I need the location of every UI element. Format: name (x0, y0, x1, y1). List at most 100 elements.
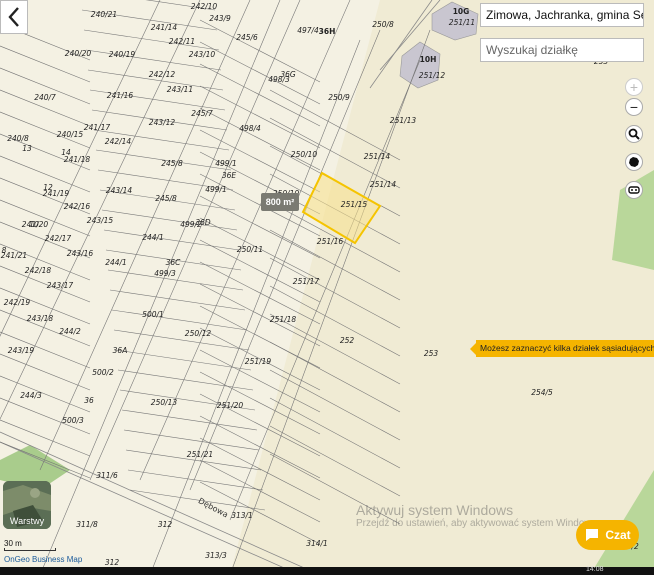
parcel-number-label: 312 (105, 558, 120, 567)
parcel-number-label: 251/12 (419, 71, 446, 80)
parcel-number-label: 313/1 (231, 511, 253, 520)
parcel-number-label: 242/16 (64, 202, 91, 211)
parcel-number-label: 251/20 (217, 401, 244, 410)
parcel-number-label: 245/8 (161, 159, 183, 168)
scale-bar (4, 548, 56, 551)
parcel-number-label: 253 (424, 349, 439, 358)
region-button[interactable] (625, 153, 643, 171)
parcel-number-label: 36 (84, 396, 94, 405)
parcel-number-label: 313/3 (205, 551, 227, 560)
taskbar-clock: 14:08 (586, 566, 604, 573)
parcel-number-label: 312 (158, 520, 173, 529)
parcel-number-label: 251/19 (245, 357, 272, 366)
parcel-number-label: 36E (222, 171, 237, 180)
parcel-number-label: 241/20 (22, 220, 49, 229)
parcel-number-label: 311/8 (76, 520, 98, 529)
parcel-number-label: 251/14 (364, 152, 391, 161)
parcel-area-badge: 800 m² (261, 193, 299, 211)
parcel-number-label: 499/1 (205, 185, 227, 194)
parcel-number-label: 241/19 (43, 189, 70, 198)
chat-button[interactable]: Czat (576, 520, 639, 550)
parcel-number-label: 240/21 (91, 10, 117, 19)
parcel-number-label: 250/8 (372, 20, 394, 29)
parcel-number-label: 240/15 (57, 130, 84, 139)
parcel-number-label: 500/2 (92, 368, 114, 377)
chevron-left-icon (8, 7, 19, 27)
parcel-number-label: 36C (166, 258, 182, 267)
parcel-number-label: 243/19 (8, 346, 35, 355)
parcel-number-label: 250/9 (328, 93, 350, 102)
parcel-number-label: 251/11 (449, 18, 475, 27)
parcel-number-label: 243/12 (149, 118, 176, 127)
parcel-number-label: 251/21 (187, 450, 213, 459)
layers-button[interactable]: Warstwy (3, 481, 51, 529)
parcel-number-label: 241/14 (151, 23, 178, 32)
parcel-number-label: 36D (195, 218, 211, 227)
parcel-number-label: 243/15 (87, 216, 114, 225)
parcel-number-label: 499/1 (215, 159, 237, 168)
parcel-number-label: 241/18 (64, 155, 91, 164)
search-map-button[interactable] (625, 125, 643, 143)
parcel-number-label: 242/12 (149, 70, 176, 79)
parcel-number-label: 252 (340, 336, 355, 345)
parcel-number-label: 242/11 (169, 37, 195, 46)
address-search-input[interactable]: Zimowa, Jachranka, gmina Serock (480, 3, 644, 27)
parcel-number-label: 243/11 (167, 85, 193, 94)
parcel-number-label: 497/4 (297, 26, 319, 35)
poland-map-icon (629, 157, 639, 167)
house-number-label: 10H (420, 55, 437, 64)
parcel-number-label: 242/19 (4, 298, 31, 307)
parcel-number-label: 245/7 (191, 109, 213, 118)
parcel-number-label: 243/16 (67, 249, 94, 258)
parcel-search-input[interactable] (480, 38, 644, 62)
cadastral-map[interactable]: 240/21 242/10 243/9 245/6 497/4 250/8 251/11 24… (0, 0, 654, 575)
parcel-number-label: 244/3 (20, 391, 42, 400)
parcel-number-label: 251/16 (317, 237, 344, 246)
parcel-number-label: 251/17 (293, 277, 320, 286)
windows-activation-title: Aktywuj system Windows (356, 502, 514, 518)
parcel-number-label: 243/18 (27, 314, 54, 323)
zoom-in-button[interactable]: + (625, 78, 643, 96)
measure-button[interactable] (625, 181, 643, 199)
layers-label: Warstwy (9, 516, 45, 526)
parcel-number-label: 240/8 (7, 134, 29, 143)
multi-select-hint: Możesz zaznaczyć kilka działek sąsiadują… (476, 340, 654, 357)
parcel-number-label: 250/10 (291, 150, 318, 159)
map-attribution[interactable]: OnGeo Business Map (4, 555, 82, 564)
parcel-number-label: 13 (22, 144, 32, 153)
parcel-number-label: 242/14 (105, 137, 132, 146)
taskbar (0, 567, 654, 575)
parcel-number-label: 242/18 (25, 266, 52, 275)
scale-label: 30 m (4, 539, 22, 548)
parcel-number-label: 250/11 (237, 245, 263, 254)
parcel-number-label: 251/13 (390, 116, 417, 125)
chat-label: Czat (605, 528, 631, 542)
parcel-number-label: 499/3 (154, 269, 176, 278)
ruler-icon (628, 186, 640, 194)
parcel-number-label: 500/1 (142, 310, 164, 319)
parcel-number-label: 240/20 (65, 49, 92, 58)
parcel-number-label: 314/1 (306, 539, 328, 548)
parcel-number-label: 251/14 (370, 180, 397, 189)
parcel-number-label: 245/6 (236, 33, 258, 42)
back-button[interactable] (0, 0, 28, 34)
chat-bubble-icon (586, 529, 599, 541)
parcel-number-label: 243/17 (47, 281, 74, 290)
parcel-number-label: 251/15 (341, 200, 368, 209)
parcel-number-label: 241/17 (84, 123, 111, 132)
magnifier-icon (628, 128, 640, 140)
parcel-number-label: 243/9 (209, 14, 231, 23)
parcel-number-label: 500/3 (62, 416, 84, 425)
parcel-number-label: 242/10 (191, 2, 218, 11)
house-number-label: 36H (319, 27, 336, 36)
parcel-number-label: 240/7 (34, 93, 56, 102)
parcel-number-label: 244/1 (105, 258, 127, 267)
zoom-out-button[interactable]: − (625, 98, 643, 116)
parcel-number-label: 250/12 (185, 329, 212, 338)
parcel-number-label: 241/21 (1, 251, 27, 260)
parcel-number-label: 254/5 (531, 388, 553, 397)
parcel-number-label: 498/4 (239, 124, 261, 133)
parcel-number-label: 311/6 (96, 471, 118, 480)
parcel-number-label: 244/1 (142, 233, 164, 242)
parcel-number-label: 245/8 (155, 194, 177, 203)
